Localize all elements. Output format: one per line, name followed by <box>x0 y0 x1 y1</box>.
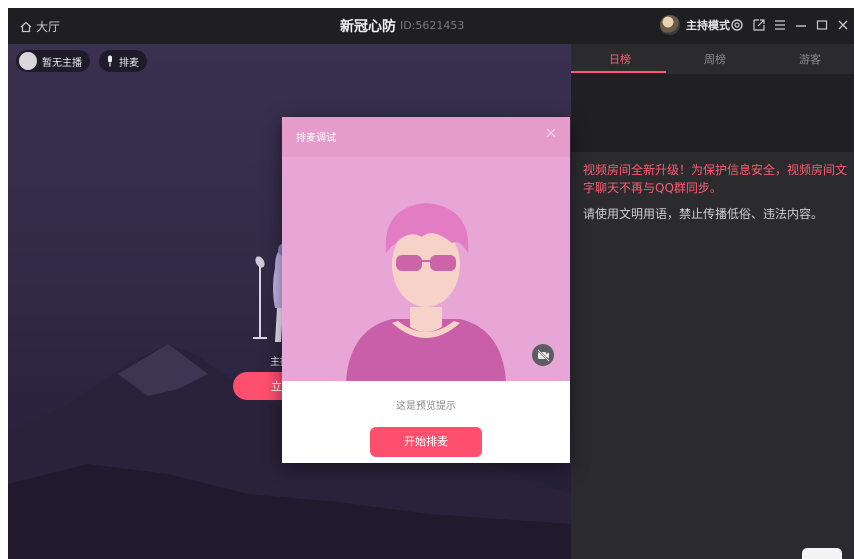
host-mode-label: 主持模式 <box>686 19 730 32</box>
close-icon <box>838 20 848 30</box>
mic-icon <box>108 55 112 67</box>
host-status-label: 暂无主播 <box>42 57 82 69</box>
host-status-chip[interactable]: 暂无主播 <box>16 50 90 72</box>
room-id: ID:5621453 <box>400 19 465 32</box>
tab-daily-rank[interactable]: 日榜 <box>609 51 631 67</box>
start-mic-queue-button[interactable]: 开始排麦 <box>370 427 482 457</box>
minimize-icon <box>796 25 806 27</box>
settings-icon <box>731 19 743 31</box>
active-tab-indicator <box>571 71 666 73</box>
home-icon <box>20 21 32 32</box>
tab-weekly-rank[interactable]: 周榜 <box>704 51 726 67</box>
host-mode-button[interactable]: 主持模式 <box>660 15 730 35</box>
tab-guests[interactable]: 游客 <box>799 51 821 67</box>
mic-debug-dialog: 排麦调试 这是预览提示 开始排麦 <box>282 117 570 463</box>
side-panel: 日榜 周榜 游客 视频房间全新升级！为保护信息安全，视频房间文字聊天不再与QQ群… <box>571 44 854 559</box>
preview-tip: 这是预览提示 <box>396 401 456 412</box>
ranking-list <box>571 74 854 152</box>
title-bar: 大厅 新冠心防 ID:5621453 主持模式 <box>8 8 854 44</box>
maximize-button[interactable] <box>814 17 830 33</box>
camera-off-icon[interactable] <box>532 344 554 366</box>
dialog-title: 排麦调试 <box>296 133 336 144</box>
room-title: 新冠心防 <box>340 19 396 35</box>
popout-button[interactable] <box>751 17 767 33</box>
mic-queue-label: 排麦 <box>119 57 139 69</box>
avatar <box>19 52 37 70</box>
conduct-rule: 请使用文明用语，禁止传播低俗、违法内容。 <box>583 207 824 221</box>
mic-queue-chip[interactable]: 排麦 <box>99 50 147 72</box>
settings-button[interactable] <box>729 17 745 33</box>
minimize-button[interactable] <box>793 17 809 33</box>
avatar-placeholder-illustration <box>282 157 570 381</box>
bottom-scroll-handle[interactable] <box>802 548 842 559</box>
menu-icon <box>775 20 785 30</box>
close-icon[interactable] <box>544 126 558 140</box>
close-button[interactable] <box>835 17 851 33</box>
hall-label: 大厅 <box>36 20 61 34</box>
menu-button[interactable] <box>772 17 788 33</box>
ranking-tabs: 日榜 周榜 游客 <box>571 44 854 73</box>
upgrade-notice: 视频房间全新升级！为保护信息安全，视频房间文字聊天不再与QQ群同步。 <box>583 163 848 195</box>
avatar <box>660 15 680 35</box>
maximize-icon <box>816 20 828 30</box>
camera-preview <box>282 157 570 381</box>
dialog-header: 排麦调试 <box>282 117 570 157</box>
popout-icon <box>753 19 765 31</box>
hall-button[interactable]: 大厅 <box>20 18 60 35</box>
